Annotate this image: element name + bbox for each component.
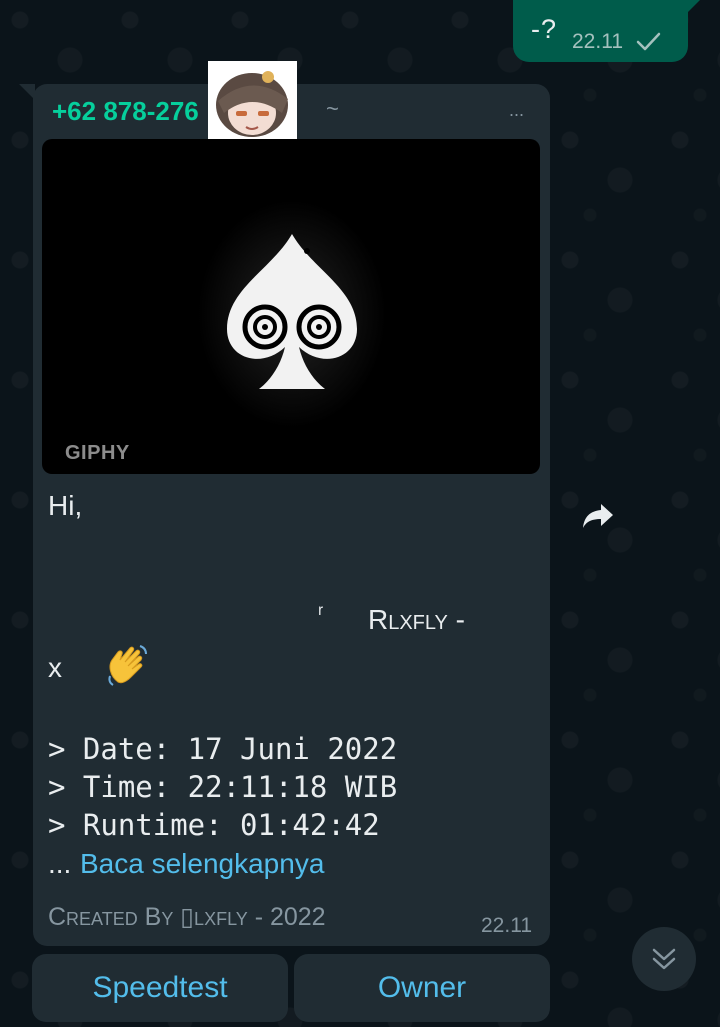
outgoing-message-time: 22.11: [572, 30, 623, 53]
name-main-text: Rlxfly -: [368, 604, 465, 635]
name-prefix-text: ʳ: [318, 600, 324, 625]
owner-button-label: Owner: [377, 971, 467, 1004]
anime-avatar-icon: [216, 71, 288, 137]
speedtest-button[interactable]: Speedtest: [32, 954, 288, 1022]
scroll-to-bottom-button[interactable]: [632, 927, 696, 991]
date-line: > Date: 17 Juni 2022: [48, 732, 398, 766]
greeting-text: Hi,: [48, 490, 83, 521]
giphy-watermark: GIPHY: [65, 442, 130, 464]
gif-media[interactable]: [42, 139, 540, 474]
waving-hand-emoji: [108, 645, 147, 686]
double-chevron-down-icon: [652, 948, 676, 970]
time-line: > Time: 22:11:18 WIB: [48, 770, 398, 804]
owner-button[interactable]: Owner: [294, 954, 550, 1022]
single-check-icon: [636, 32, 661, 51]
spade-swirl-icon: [227, 234, 357, 389]
runtime-line: > Runtime: 01:42:42: [48, 808, 380, 842]
sender-name-tilde: ~: [326, 96, 339, 121]
sender-phone-number[interactable]: +62 878-276: [52, 96, 199, 127]
read-more-link[interactable]: Baca selengkapnya: [80, 848, 324, 880]
message-footer-text: Created By ▯lxfly - 2022: [48, 903, 326, 931]
incoming-message-time: 22.11: [481, 914, 532, 937]
speedtest-button-label: Speedtest: [92, 971, 228, 1004]
read-more-ellipsis: ...: [48, 848, 72, 879]
forward-button[interactable]: [576, 494, 620, 538]
sender-avatar-sticker: [208, 61, 297, 149]
message-more-icon[interactable]: ...: [509, 100, 524, 121]
outgoing-message-text: -?: [531, 14, 558, 44]
name-suffix-text: x: [48, 652, 62, 683]
forward-arrow-icon: [583, 504, 613, 528]
